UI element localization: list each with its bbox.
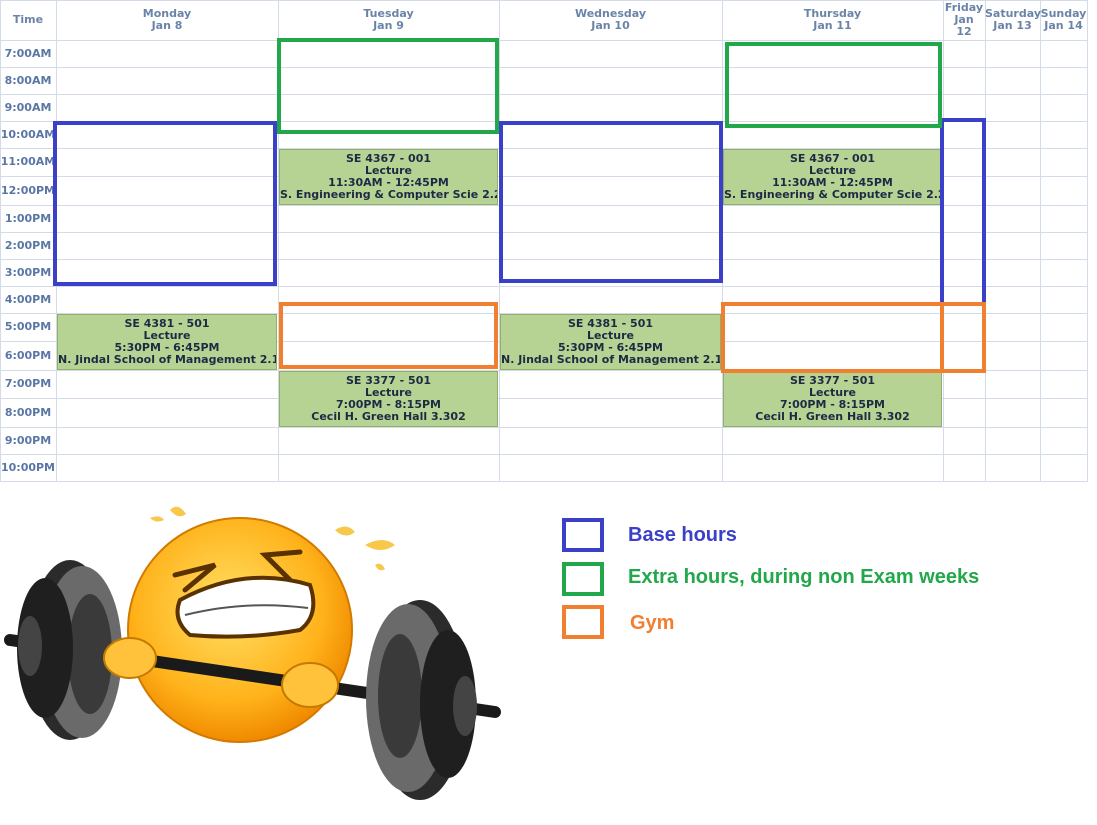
- time-label: 12:00PM: [0, 184, 56, 197]
- event-se4381-monday[interactable]: SE 4381 - 501 Lecture 5:30PM - 6:45PM N. J…: [57, 314, 277, 370]
- time-label: 9:00AM: [4, 101, 52, 114]
- gym-box-tuesday: [279, 302, 498, 369]
- base-hours-box-friday: [940, 118, 986, 306]
- day-header-friday[interactable]: Friday Jan 12: [943, 0, 985, 40]
- day-header-sunday[interactable]: Sunday Jan 14: [1040, 0, 1087, 40]
- gym-box-friday: [940, 302, 986, 373]
- event-se4367-tuesday[interactable]: SE 4367 - 001 Lecture 11:30AM - 12:45PM S.…: [279, 149, 498, 205]
- day-header-saturday[interactable]: Saturday Jan 13: [985, 0, 1041, 40]
- gym-box-thursday: [721, 302, 944, 373]
- time-label: 5:00PM: [4, 320, 52, 333]
- time-label: 6:00PM: [4, 349, 52, 362]
- legend-label-base: Base hours: [628, 524, 737, 546]
- extra-hours-box-thursday: [725, 42, 942, 128]
- day-header-tuesday[interactable]: Tuesday Jan 9: [278, 0, 499, 40]
- time-label: 9:00PM: [4, 434, 52, 447]
- legend-label-extra: Extra hours, during non Exam weeks: [628, 566, 980, 588]
- base-hours-box-wednesday: [499, 121, 723, 283]
- time-label: 1:00PM: [4, 212, 52, 225]
- time-label: 10:00PM: [0, 461, 56, 474]
- event-se4367-thursday[interactable]: SE 4367 - 001 Lecture 11:30AM - 12:45PM S.…: [723, 149, 942, 205]
- legend-swatch-extra: [562, 562, 604, 596]
- weightlifting-emoji-icon: [4, 506, 501, 800]
- time-label: 2:00PM: [4, 239, 52, 252]
- time-label: 3:00PM: [4, 266, 52, 279]
- time-label: 4:00PM: [4, 293, 52, 306]
- time-label: 10:00AM: [0, 128, 56, 141]
- event-se3377-thursday[interactable]: SE 3377 - 501 Lecture 7:00PM - 8:15PM Ceci…: [723, 371, 942, 427]
- time-label: 8:00AM: [4, 74, 52, 87]
- time-label: 8:00PM: [4, 406, 52, 419]
- time-label: 11:00AM: [0, 155, 56, 168]
- base-hours-box-monday: [53, 121, 277, 286]
- time-column-header: Time: [12, 13, 44, 26]
- legend-label-gym: Gym: [630, 612, 675, 634]
- day-header-monday[interactable]: Monday Jan 8: [56, 0, 278, 40]
- time-label: 7:00PM: [4, 377, 52, 390]
- day-header-wednesday[interactable]: Wednesday Jan 10: [499, 0, 722, 40]
- event-se4381-wednesday[interactable]: SE 4381 - 501 Lecture 5:30PM - 6:45PM N. J…: [500, 314, 721, 370]
- event-se3377-tuesday[interactable]: SE 3377 - 501 Lecture 7:00PM - 8:15PM Ceci…: [279, 371, 498, 427]
- extra-hours-box-tuesday: [277, 38, 499, 134]
- legend-swatch-gym: [562, 605, 604, 639]
- legend-swatch-base: [562, 518, 604, 552]
- day-header-thursday[interactable]: Thursday Jan 11: [722, 0, 943, 40]
- time-label: 7:00AM: [4, 47, 52, 60]
